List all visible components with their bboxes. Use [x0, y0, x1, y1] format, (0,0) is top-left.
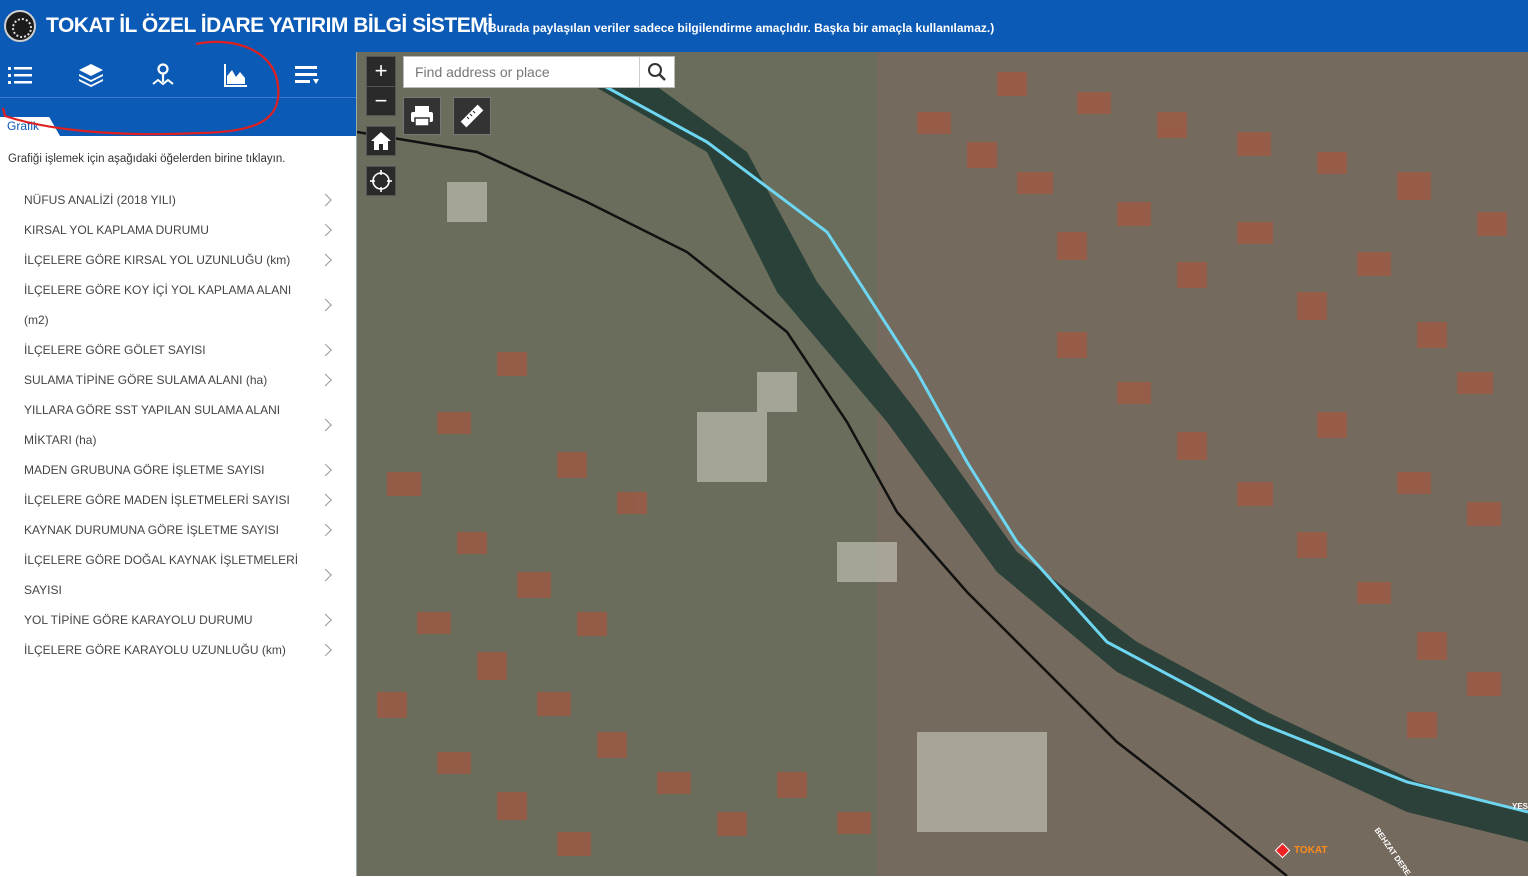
printer-icon [411, 106, 433, 127]
chart-list-item[interactable]: YOL TİPİNE GÖRE KARAYOLU DURUMU [0, 605, 356, 635]
sidebar-panel: Grafik Grafiği işlemek için aşağıdaki öğ… [0, 52, 357, 876]
chart-list-item[interactable]: YILLARA GÖRE SST YAPILAN SULAMA ALANI Mİ… [0, 395, 356, 455]
logo-icon [4, 10, 36, 42]
home-icon [371, 132, 391, 150]
chart-list-item[interactable]: KAYNAK DURUMUNA GÖRE İŞLETME SAYISI [0, 515, 356, 545]
zoom-out-button[interactable]: − [367, 86, 395, 116]
place-label: TOKAT [1294, 845, 1328, 856]
chevron-right-icon [319, 298, 332, 312]
chart-list-item[interactable]: İLÇELERE GÖRE GÖLET SAYISI [0, 335, 356, 365]
disclaimer-text: (Burada paylaşılan veriler sadece bilgil… [484, 21, 995, 35]
print-button[interactable] [403, 97, 441, 135]
satellite-imagery [357, 52, 1528, 876]
measure-button[interactable] [453, 97, 491, 135]
street-label: YES [1512, 802, 1528, 811]
chevron-right-icon [319, 613, 332, 627]
chart-list-item[interactable]: İLÇELERE GÖRE DOĞAL KAYNAK İŞLETMELERİ S… [0, 545, 356, 605]
search-button[interactable] [639, 57, 674, 87]
search-input[interactable] [404, 57, 640, 87]
locate-button[interactable] [366, 166, 396, 196]
chart-list-item[interactable]: KIRSAL YOL KAPLAMA DURUMU [0, 215, 356, 245]
chart-icon[interactable] [217, 60, 253, 90]
chart-list-item[interactable]: İLÇELERE GÖRE MADEN İŞLETMELERİ SAYISI [0, 485, 356, 515]
chart-list-item[interactable]: İLÇELERE GÖRE KOY İÇİ YOL KAPLAMA ALANI … [0, 275, 356, 335]
list-icon[interactable] [2, 60, 38, 90]
chevron-right-icon [319, 253, 332, 267]
chevron-right-icon [319, 568, 332, 582]
chart-list-item[interactable]: İLÇELERE GÖRE KIRSAL YOL UZUNLUĞU (km) [0, 245, 356, 275]
chart-list-item[interactable]: İLÇELERE GÖRE KARAYOLU UZUNLUĞU (km) [0, 635, 356, 665]
chevron-right-icon [319, 373, 332, 387]
map-view[interactable] [357, 52, 1528, 876]
chevron-right-icon [319, 418, 332, 432]
app-header: TOKAT İL ÖZEL İDARE YATIRIM BİLGİ SİSTEM… [0, 0, 1528, 52]
location-pin-icon[interactable] [145, 60, 181, 90]
chevron-right-icon [319, 523, 332, 537]
tab-grafik[interactable]: Grafik [0, 117, 60, 136]
chart-list-item[interactable]: MADEN GRUBUNA GÖRE İŞLETME SAYISI [0, 455, 356, 485]
crosshair-icon [370, 170, 392, 192]
ruler-icon [460, 104, 484, 128]
zoom-in-button[interactable]: + [367, 57, 395, 86]
chevron-right-icon [319, 223, 332, 237]
chevron-right-icon [319, 643, 332, 657]
chart-list-item[interactable]: SULAMA TİPİNE GÖRE SULAMA ALANI (ha) [0, 365, 356, 395]
chart-list: NÜFUS ANALİZİ (2018 YILI) KIRSAL YOL KAP… [0, 185, 356, 665]
chart-list-item[interactable]: NÜFUS ANALİZİ (2018 YILI) [0, 185, 356, 215]
app-title: TOKAT İL ÖZEL İDARE YATIRIM BİLGİ SİSTEM… [46, 14, 493, 37]
instruction-text: Grafiği işlemek için aşağıdaki öğelerden… [8, 153, 286, 165]
menu-icon[interactable] [289, 60, 325, 90]
address-search [403, 56, 675, 88]
home-button[interactable] [366, 126, 396, 156]
zoom-control: + − [366, 56, 396, 116]
chevron-right-icon [319, 463, 332, 477]
chevron-right-icon [319, 343, 332, 357]
chevron-right-icon [319, 193, 332, 207]
toolbar-subbar [0, 97, 356, 117]
search-icon [648, 63, 666, 81]
panel-tabstrip: Grafik [0, 116, 356, 136]
chevron-right-icon [319, 493, 332, 507]
layers-icon[interactable] [73, 60, 109, 90]
widget-toolbar [0, 52, 356, 97]
